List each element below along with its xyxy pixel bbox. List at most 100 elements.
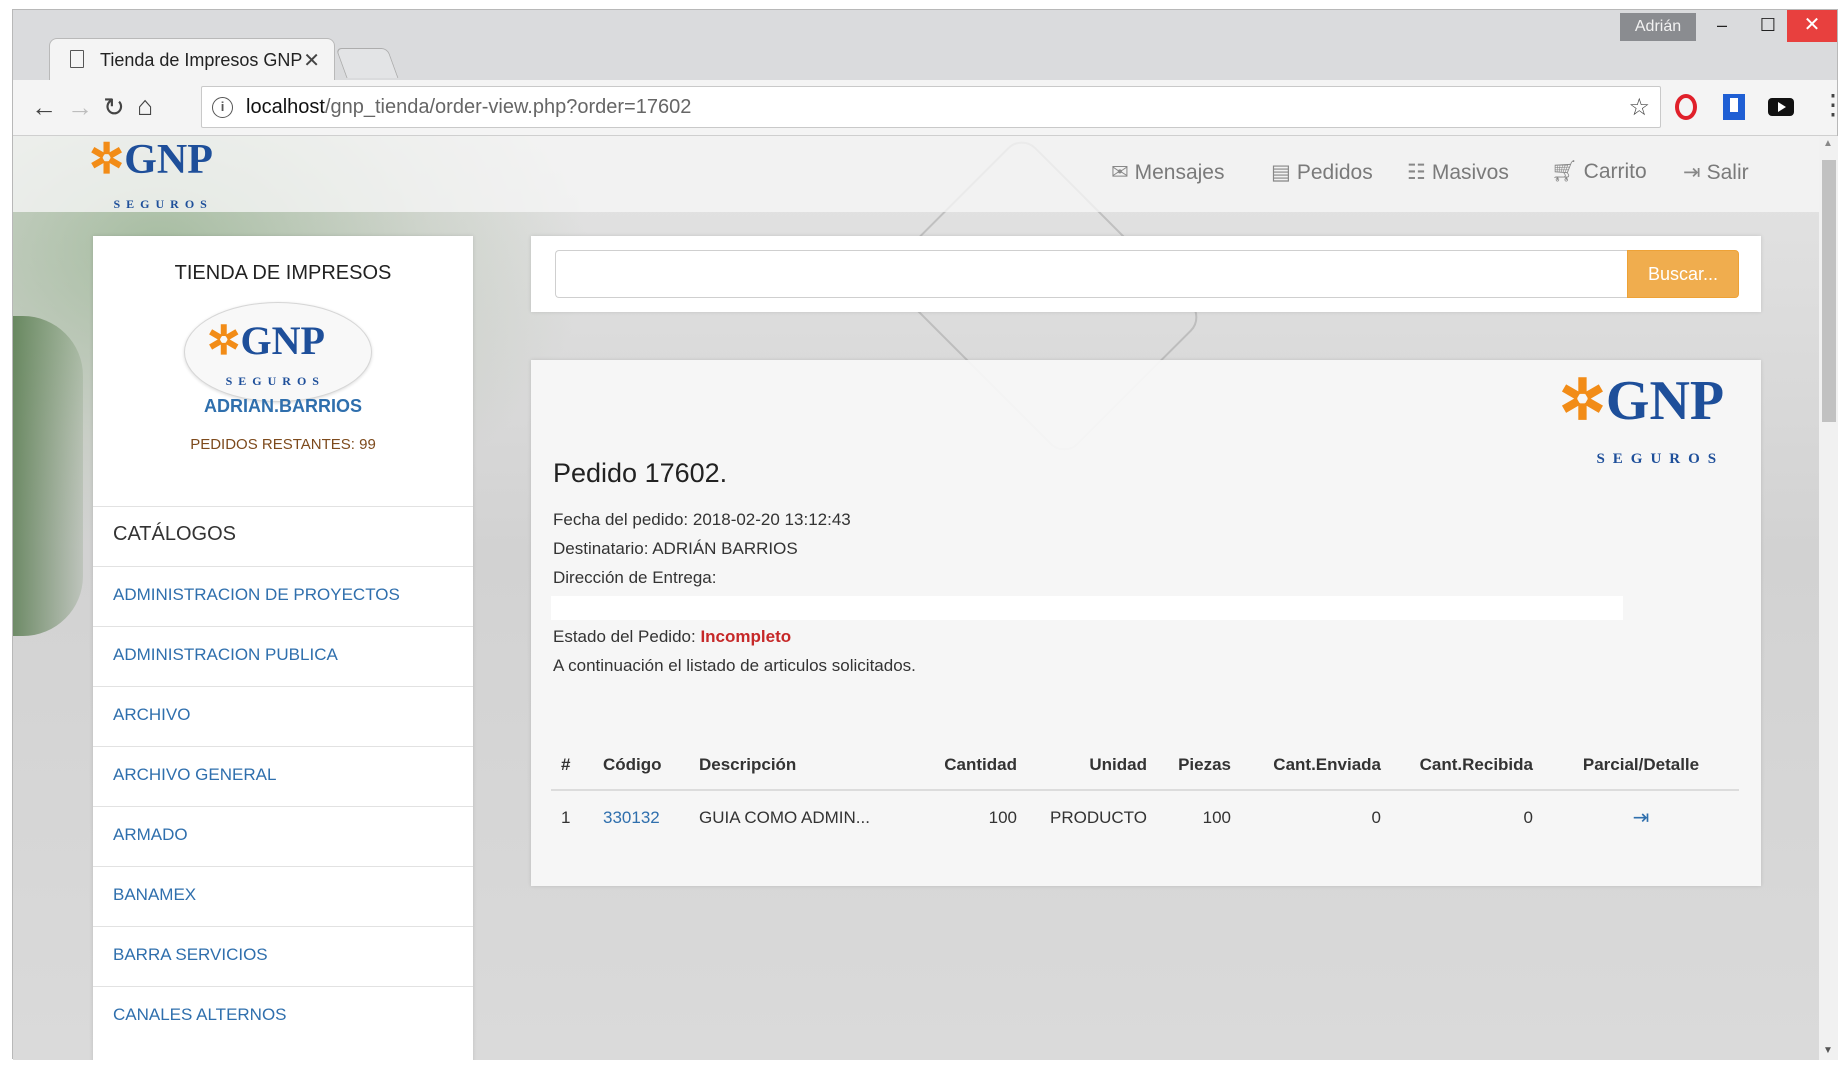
cell-code: 330132 <box>593 790 689 844</box>
scroll-thumb[interactable] <box>1822 160 1836 422</box>
cell-description: GUIA COMO ADMIN... <box>699 807 870 827</box>
table-row: 1 330132 GUIA COMO ADMIN... 100 PRODUCTO… <box>551 790 1739 844</box>
address-bar[interactable]: i localhost/gnp_tienda/order-view.php?or… <box>201 86 1661 128</box>
column-header: Cant.Enviada <box>1241 740 1391 791</box>
cell-sent: 0 <box>1371 807 1381 827</box>
catalog-item[interactable]: ADMINISTRACION DE PROYECTOS <box>93 566 473 626</box>
catalog-item[interactable]: CANALES ALTERNOS <box>93 986 473 1046</box>
search-button[interactable]: Buscar... <box>1627 250 1739 298</box>
items-intro: A continuación el listado de articulos s… <box>553 656 916 675</box>
column-header: Cantidad <box>927 740 1027 791</box>
delivery-address-value <box>551 596 1623 620</box>
column-header: # <box>551 740 593 791</box>
nav-mensajes[interactable]: ✉ Mensajes <box>1111 160 1225 185</box>
url-path: /gnp_tienda/order-view.php?order=17602 <box>324 96 692 118</box>
order-items-table: # Código Descripción Cantidad Unidad Pie… <box>551 740 1739 844</box>
browser-tab[interactable]: Tienda de Impresos GNP ✕ <box>49 38 335 81</box>
info-icon[interactable]: i <box>212 97 233 118</box>
catalogs-header: CATÁLOGOS <box>93 506 473 566</box>
product-code-link[interactable]: 330132 <box>603 808 660 827</box>
order-recipient: Destinatario: ADRIÁN BARRIOS <box>553 539 798 558</box>
scroll-up-arrow-icon[interactable]: ▲ <box>1823 138 1833 149</box>
browser-toolbar: ← → ↻ ⌂ i localhost/gnp_tienda/order-vie… <box>13 80 1838 136</box>
delivery-address-label: Dirección de Entrega: <box>553 568 717 587</box>
log-in-icon[interactable]: ⇥ <box>1633 807 1650 829</box>
order-panel: ✲GNP SEGUROS Pedido 17602. Fecha del ped… <box>531 360 1761 886</box>
reload-icon[interactable]: ↻ <box>103 92 125 122</box>
cell-detail: ⇥ <box>1543 790 1739 844</box>
cell-pieces: 100 <box>1202 807 1231 827</box>
close-window-icon[interactable]: ✕ <box>1787 10 1837 42</box>
catalog-item[interactable]: ARCHIVO GENERAL <box>93 746 473 806</box>
cell-received: 0 <box>1523 807 1533 827</box>
catalog-item[interactable]: ARCHIVO <box>93 686 473 746</box>
page-scrollbar[interactable]: ▲ ▼ <box>1819 136 1838 1060</box>
cart-icon: 🛒︎ <box>1551 160 1578 183</box>
catalog-item[interactable]: ARMADO <box>93 806 473 866</box>
close-tab-icon[interactable]: ✕ <box>303 48 320 73</box>
brand-logo[interactable]: ✲GNP SEGUROS <box>89 138 213 226</box>
cell-quantity: 100 <box>988 807 1017 827</box>
brand-logo-subtext: SEGUROS <box>113 197 213 211</box>
sidebar-logo: ✲GNP SEGUROS <box>184 302 372 402</box>
url-host: localhost <box>246 96 325 118</box>
column-header: Descripción <box>689 740 927 791</box>
table-header-row: # Código Descripción Cantidad Unidad Pie… <box>551 740 1739 791</box>
url-text: localhost/gnp_tienda/order-view.php?orde… <box>246 96 691 119</box>
username: ADRIAN.BARRIOS <box>203 396 362 416</box>
sun-logo-icon: ✲ <box>207 318 241 363</box>
scroll-down-arrow-icon[interactable]: ▼ <box>1823 1045 1833 1056</box>
order-title: Pedido 17602. <box>553 458 728 488</box>
profile-button[interactable]: Adrián <box>1620 13 1696 41</box>
new-tab-button[interactable] <box>335 48 399 78</box>
nav-carrito[interactable]: 🛒︎ Carrito <box>1551 160 1647 184</box>
maximize-icon[interactable]: ☐ <box>1745 10 1791 42</box>
bookmark-extension-icon[interactable] <box>1723 94 1745 120</box>
search-input[interactable] <box>555 250 1627 298</box>
nav-label: Carrito <box>1583 160 1647 183</box>
column-header: Cant.Recibida <box>1391 740 1543 791</box>
order-status-label: Estado del Pedido: <box>553 627 696 646</box>
order-date: Fecha del pedido: 2018-02-20 13:12:43 <box>553 510 851 529</box>
nav-label: Masivos <box>1431 161 1509 184</box>
page-viewport: ✲GNP SEGUROS ✉ Mensajes ▤ Pedidos ☷ Masivos… <box>13 136 1819 1060</box>
catalog-list: ADMINISTRACION DE PROYECTOS ADMINISTRACI… <box>93 566 473 1046</box>
envelope-icon: ✉ <box>1111 161 1129 184</box>
brand-logo-text: GNP <box>124 137 213 183</box>
nav-label: Mensajes <box>1134 161 1225 184</box>
nav-salir[interactable]: ⇥ Salir <box>1683 160 1749 185</box>
remaining-orders: PEDIDOS RESTANTES: 99 <box>190 436 376 453</box>
order-brand-logo: ✲GNP SEGUROS <box>1559 372 1724 488</box>
background-leaf <box>13 316 83 636</box>
list-icon: ▤ <box>1271 161 1291 184</box>
th-list-icon: ☷ <box>1407 161 1426 184</box>
column-header: Código <box>593 740 689 791</box>
order-status-value: Incompleto <box>700 627 792 646</box>
search-panel: Buscar... <box>531 236 1761 312</box>
nav-label: Pedidos <box>1296 161 1373 184</box>
sun-logo-icon: ✲ <box>1559 370 1606 432</box>
order-logo-subtext: SEGUROS <box>1596 451 1725 467</box>
sidebar-logo-text: GNP <box>240 318 325 363</box>
opera-extension-icon[interactable] <box>1675 94 1697 120</box>
minimize-icon[interactable]: – <box>1699 10 1745 42</box>
catalog-item[interactable]: BANAMEX <box>93 866 473 926</box>
nav-pedidos[interactable]: ▤ Pedidos <box>1271 160 1373 185</box>
back-arrow-icon[interactable]: ← <box>31 92 57 122</box>
title-bar: Tienda de Impresos GNP ✕ Adrián – ☐ ✕ <box>13 10 1837 81</box>
browser-menu-icon[interactable]: ⋮ <box>1819 90 1838 120</box>
forward-arrow-icon[interactable]: → <box>67 92 93 122</box>
catalog-item[interactable]: ADMINISTRACION PUBLICA <box>93 626 473 686</box>
cell-unit: PRODUCTO <box>1050 807 1147 827</box>
catalog-item[interactable]: BARRA SERVICIOS <box>93 926 473 986</box>
youtube-extension-icon[interactable] <box>1768 98 1794 116</box>
sidebar-logo-subtext: SEGUROS <box>225 374 325 388</box>
column-header: Unidad <box>1027 740 1157 791</box>
nav-masivos[interactable]: ☷ Masivos <box>1407 160 1509 185</box>
column-header: Parcial/Detalle <box>1543 740 1739 791</box>
bookmark-star-icon[interactable]: ☆ <box>1628 93 1650 122</box>
logout-icon: ⇥ <box>1683 161 1701 184</box>
cell-num: 1 <box>561 807 571 827</box>
home-icon[interactable]: ⌂ <box>137 91 153 121</box>
column-header: Piezas <box>1157 740 1241 791</box>
